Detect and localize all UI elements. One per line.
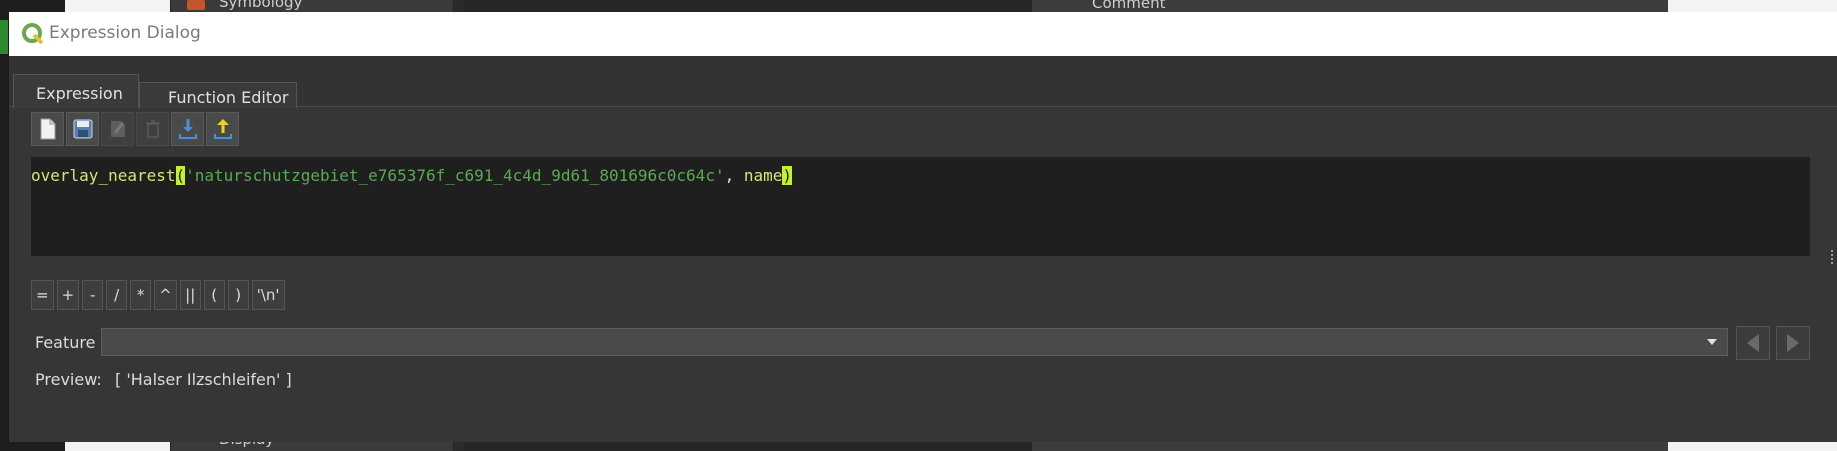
arrow-left-icon (1747, 334, 1759, 352)
edit-expression-button[interactable] (101, 112, 134, 146)
expression-toolbar (31, 112, 239, 148)
export-icon (213, 119, 232, 139)
field-argument: name (743, 166, 783, 185)
expression-editor[interactable]: overlay_nearest('naturschutzgebiet_e7653… (31, 157, 1810, 256)
close-paren: ) (782, 166, 793, 185)
operator-close-paren-button[interactable]: ) (227, 280, 249, 310)
dialog-title: Expression Dialog (49, 23, 201, 43)
expression-dialog: Expression Dialog Expression Function Ed… (8, 12, 1837, 442)
argument-separator: , (724, 166, 744, 185)
import-expression-button[interactable] (171, 112, 204, 146)
operator-minus-button[interactable]: - (82, 280, 104, 310)
operator-power-button[interactable]: ^ (154, 280, 177, 310)
operator-open-paren-button[interactable]: ( (203, 280, 225, 310)
tab-expression[interactable]: Expression (13, 74, 139, 108)
title-bar[interactable]: Expression Dialog (9, 12, 1837, 56)
previous-feature-button[interactable] (1736, 326, 1770, 360)
operator-divide-button[interactable]: / (106, 280, 128, 310)
string-argument: 'naturschutzgebiet_e765376f_c691_4c4d_9d… (185, 166, 725, 185)
import-icon (178, 119, 197, 139)
operator-multiply-button[interactable]: * (130, 280, 152, 310)
export-expression-button[interactable] (206, 112, 239, 146)
operator-plus-button[interactable]: + (56, 280, 80, 310)
delete-expression-button[interactable] (136, 112, 169, 146)
new-expression-button[interactable] (31, 112, 64, 146)
operator-buttons: = + - / * ^ || ( ) '\n' (31, 280, 285, 310)
background-comment-label: Comment (1092, 0, 1166, 12)
preview-label: Preview: (35, 370, 102, 389)
arrow-right-icon (1787, 334, 1799, 352)
operator-concat-button[interactable]: || (179, 280, 201, 310)
next-feature-button[interactable] (1776, 326, 1810, 360)
feature-label: Feature (35, 333, 96, 352)
edit-icon (110, 121, 125, 137)
tab-bar: Expression Function Editor (9, 56, 1837, 108)
splitter-handle[interactable] (1831, 250, 1835, 264)
chevron-down-icon (1707, 339, 1717, 345)
feature-select[interactable] (101, 328, 1728, 356)
save-expression-button[interactable] (66, 112, 99, 146)
new-file-icon (40, 118, 55, 140)
qgis-logo-icon (22, 23, 44, 45)
operator-equals-button[interactable]: = (31, 280, 54, 310)
open-paren: ( (175, 166, 186, 185)
function-name: overlay_nearest (31, 166, 176, 185)
delete-icon (145, 120, 160, 138)
symbology-icon (187, 0, 205, 10)
operator-newline-button[interactable]: '\n' (251, 280, 285, 310)
save-icon (73, 119, 92, 139)
tab-function-editor[interactable]: Function Editor (139, 82, 297, 108)
background-symbology-label: Symbology (219, 0, 303, 11)
preview-value: [ 'Halser Ilzschleifen' ] (115, 370, 292, 389)
